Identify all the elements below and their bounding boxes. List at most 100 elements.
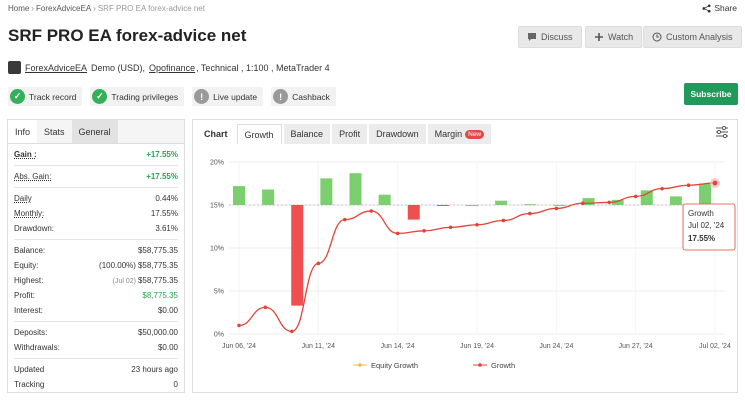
stat-label[interactable]: Daily xyxy=(14,194,32,203)
legend-equity-growth: Equity Growth xyxy=(371,361,418,370)
stat-label[interactable]: Abs. Gain: xyxy=(14,172,51,181)
tab-info[interactable]: Info xyxy=(8,120,38,143)
tab-general[interactable]: General xyxy=(71,120,118,143)
breadcrumb-separator: › xyxy=(31,4,35,13)
divider xyxy=(14,358,178,359)
stat-value: 17.55% xyxy=(150,209,178,218)
chart-bar xyxy=(233,186,245,205)
stat-drawdown: Drawdown: 3.61% xyxy=(14,221,178,236)
tab-growth[interactable]: Growth xyxy=(236,124,282,144)
track-record-badge[interactable]: ✓ Track record xyxy=(8,87,83,106)
live-update-badge[interactable]: ! Live update xyxy=(192,87,264,106)
chart-tabs: Chart Growth Balance Profit Drawdown Mar… xyxy=(193,120,737,144)
growth-point xyxy=(580,201,585,206)
tab-chart[interactable]: Chart xyxy=(197,124,235,144)
stat-value: 23 hours ago xyxy=(131,365,178,374)
chart-bar xyxy=(349,173,362,205)
stat-label: Profit: xyxy=(14,291,35,300)
tab-margin-label: Margin xyxy=(434,129,463,139)
watch-button[interactable]: Watch xyxy=(585,26,643,48)
stat-value: $58,775.35 xyxy=(137,276,178,285)
growth-point xyxy=(448,225,453,230)
chart-panel: Chart Growth Balance Profit Drawdown Mar… xyxy=(192,119,738,393)
check-icon: ✓ xyxy=(92,89,108,104)
stats-tabs: Info Stats General xyxy=(8,120,184,144)
clock-icon xyxy=(652,32,662,42)
chart-bar xyxy=(436,205,449,206)
divider xyxy=(14,239,178,240)
stat-interest: Interest: $0.00 xyxy=(14,303,178,318)
stat-label: Balance: xyxy=(14,246,46,255)
divider xyxy=(14,321,178,322)
stat-value: $58,775.35 xyxy=(137,246,178,255)
trading-privileges-badge[interactable]: ✓ Trading privileges xyxy=(90,87,185,106)
chart-bar xyxy=(291,205,304,306)
tab-profit[interactable]: Profit xyxy=(332,124,368,144)
chat-icon xyxy=(528,33,536,41)
custom-analysis-button[interactable]: Custom Analysis xyxy=(643,26,742,48)
check-icon: ✓ xyxy=(10,89,25,104)
discuss-button[interactable]: Discuss xyxy=(518,26,582,48)
growth-chart: 0% 5% 10% 15% 20% Jun 06, '24 Jun 11, '24 Jun 1… xyxy=(210,160,736,370)
share-button[interactable]: Share xyxy=(702,3,737,13)
tab-balance[interactable]: Balance xyxy=(283,124,331,144)
chart-bar xyxy=(262,189,275,205)
growth-point xyxy=(316,261,321,266)
filter-settings-icon[interactable] xyxy=(715,125,729,139)
stat-value: +17.55% xyxy=(146,172,178,181)
stat-value: 0.44% xyxy=(155,194,178,203)
broker-link[interactable]: Opofinance xyxy=(149,63,195,73)
stat-value: 0 xyxy=(173,380,178,389)
divider xyxy=(14,165,178,166)
breadcrumb: Home › ForexAdviceEA › SRF PRO EA forex-advi… xyxy=(8,4,205,13)
x-tick-label: Jun 24, '24 xyxy=(539,343,573,350)
account-details: , Technical , 1:100 , MetaTrader 4 xyxy=(196,62,330,73)
stat-value: $8,775.35 xyxy=(142,291,178,300)
subscribe-button[interactable]: Subscribe xyxy=(684,83,738,105)
track-record-label: Track record xyxy=(29,91,77,102)
stats-panel: Info Stats General Gain : +17.55% Abs. Ga… xyxy=(7,119,185,393)
stat-value: 3.61% xyxy=(155,224,178,233)
x-tick-label: Jun 11, '24 xyxy=(302,343,336,350)
tab-drawdown[interactable]: Drawdown xyxy=(369,124,426,144)
breadcrumb-home[interactable]: Home xyxy=(8,4,29,13)
stat-value: $0.00 xyxy=(157,343,178,352)
tab-stats[interactable]: Stats xyxy=(37,120,72,143)
chart-bar xyxy=(524,204,537,206)
cashback-badge[interactable]: ! Cashback xyxy=(271,87,336,106)
page-title: SRF PRO EA forex-advice net xyxy=(8,26,247,45)
stat-deposits: Deposits: $50,000.00 xyxy=(14,325,178,340)
growth-point xyxy=(633,194,638,199)
growth-point xyxy=(369,209,374,213)
stat-label: Equity: xyxy=(14,261,39,270)
divider xyxy=(14,187,178,188)
plus-icon xyxy=(595,33,603,41)
chart-bar xyxy=(495,200,508,205)
y-tick-label: 10% xyxy=(210,246,224,253)
chart-bar xyxy=(378,194,391,205)
stat-note: (Jul 02) xyxy=(112,278,136,285)
stat-label: Updated xyxy=(14,365,45,374)
chart-bar xyxy=(553,205,566,206)
stat-label: Drawdown: xyxy=(14,224,55,233)
growth-point xyxy=(290,329,294,334)
y-tick-label: 20% xyxy=(210,160,224,167)
highlight-point-center xyxy=(712,180,718,186)
cashback-label: Cashback xyxy=(292,91,330,102)
stat-label[interactable]: Gain : xyxy=(14,150,37,159)
growth-point xyxy=(422,229,426,233)
x-tick-label: Jun 19, '24 xyxy=(460,343,494,350)
legend-growth-marker xyxy=(478,363,482,367)
stat-note: (100.00%) xyxy=(99,261,136,270)
custom-analysis-label: Custom Analysis xyxy=(666,32,733,42)
stat-value: $50,000.00 xyxy=(137,328,178,337)
status-badges: ✓ Track record ✓ Trading privileges ! Li… xyxy=(8,87,336,106)
stat-updated: Updated 23 hours ago xyxy=(14,362,178,377)
owner-avatar xyxy=(8,61,21,74)
breadcrumb-separator: › xyxy=(93,4,96,13)
owner-link[interactable]: ForexAdviceEA xyxy=(25,63,87,73)
breadcrumb-parent[interactable]: ForexAdviceEA xyxy=(36,4,91,13)
y-tick-label: 15% xyxy=(210,203,224,210)
stat-label[interactable]: Monthly: xyxy=(14,209,44,218)
tab-margin[interactable]: Margin New xyxy=(427,124,492,144)
